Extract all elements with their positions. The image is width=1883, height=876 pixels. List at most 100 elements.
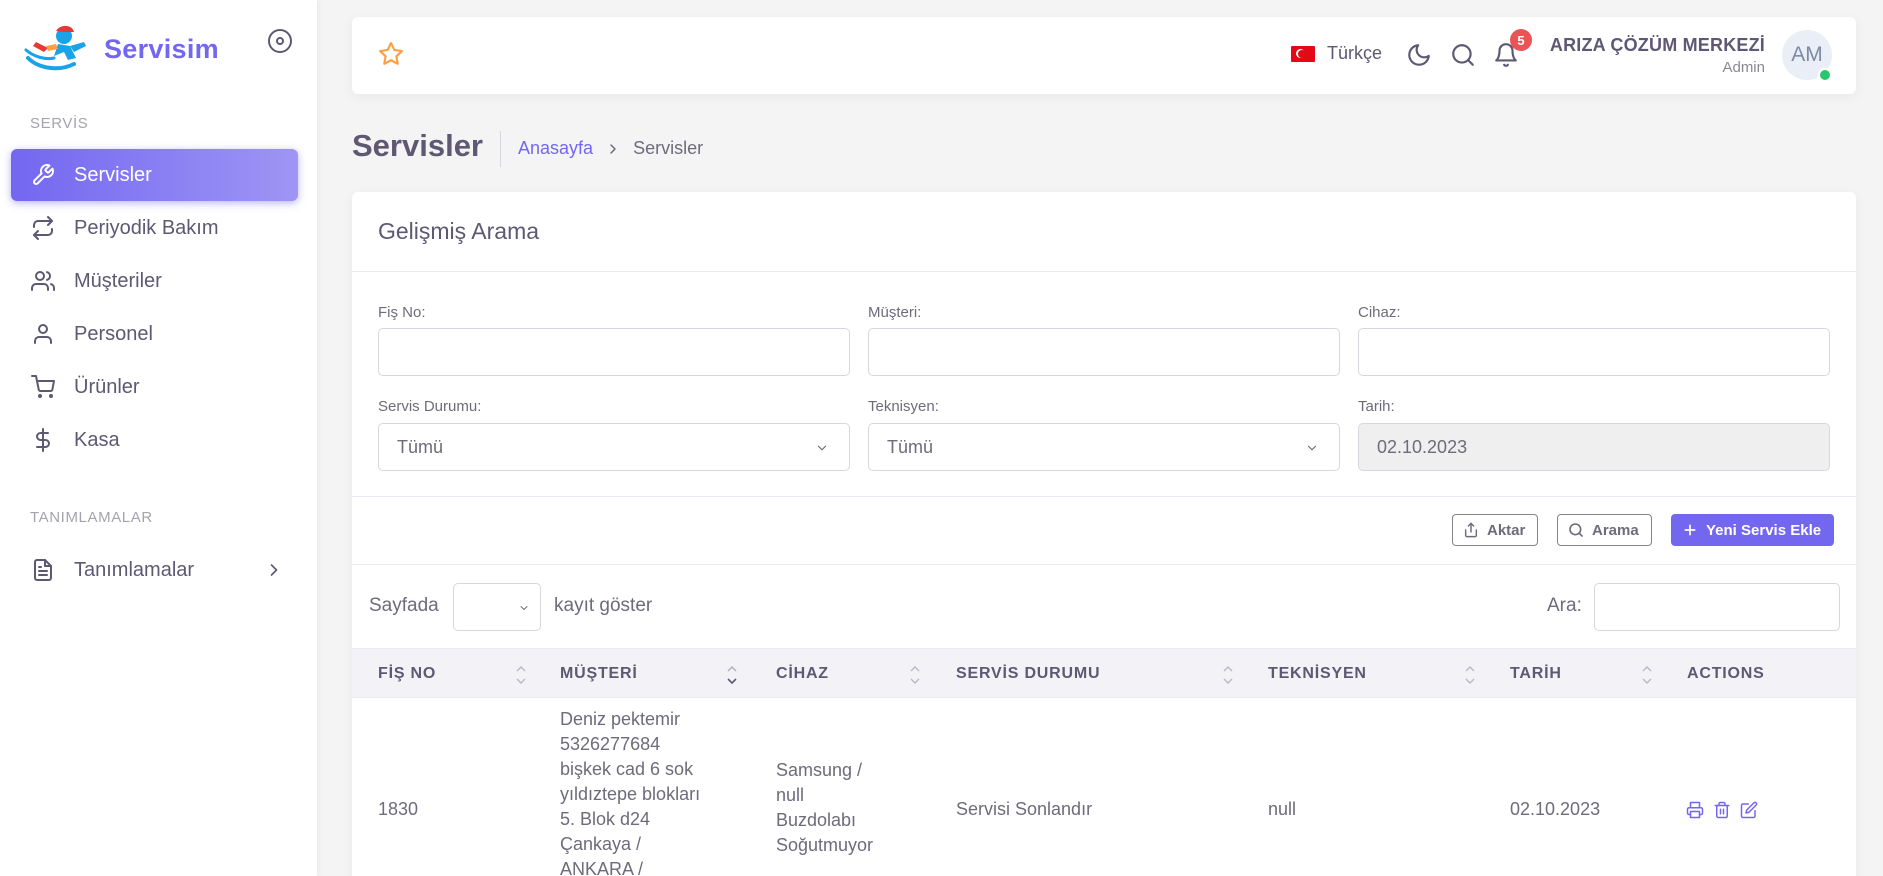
sidebar-item-label: Kasa [74,428,120,451]
online-status-indicator [1818,68,1832,82]
search-button[interactable]: Arama [1557,514,1652,546]
tarih-input[interactable]: 02.10.2023 [1358,423,1830,471]
column-cihaz[interactable]: CİHAZ [776,665,829,683]
search-label: Arama [1592,521,1639,539]
sort-icon[interactable] [909,663,921,687]
servis-durumu-value: Tümü [397,436,444,457]
cihaz-line: Samsung / [776,760,863,780]
sidebar-item-tanimlamalar[interactable]: Tanımlamalar [11,544,298,596]
musteri-input[interactable] [868,328,1340,376]
musteri-line: Deniz pektemir [560,709,681,729]
table-search-label: Ara: [1547,595,1582,616]
cell-servis-durumu: Servisi Sonlandır [956,799,1093,819]
trash-icon[interactable] [1713,801,1731,819]
column-fis-no[interactable]: FİŞ NO [378,665,436,683]
brand-logo-icon [24,25,86,71]
cihaz-line: Soğutmuyor [776,835,874,855]
column-musteri[interactable]: MÜŞTERİ [560,665,638,683]
sidebar-item-label: Müşteriler [74,269,162,292]
sort-icon[interactable] [1222,663,1234,687]
add-service-button[interactable]: Yeni Servis Ekle [1671,514,1835,546]
table-header: FİŞ NO MÜŞTERİ CİHAZ SERVİS DURUMU TEKNİ… [352,648,1856,698]
sidebar-item-musteriler[interactable]: Müşteriler [11,255,298,307]
language-selector[interactable]: Türkçe [1291,43,1382,64]
user-icon [30,321,56,347]
column-teknisyen[interactable]: TEKNİSYEN [1268,665,1367,683]
sidebar-item-servisler[interactable]: Servisler [11,149,298,201]
cell-tarih: 02.10.2023 [1510,799,1601,819]
search-icon[interactable] [1450,42,1476,68]
sidebar-item-kasa[interactable]: Kasa [11,414,298,466]
language-label: Türkçe [1327,43,1383,63]
turkey-flag-icon [1291,45,1315,62]
plus-icon [1684,524,1696,536]
cihaz-input[interactable] [1358,328,1830,376]
edit-icon[interactable] [1740,801,1758,819]
servis-durumu-select[interactable]: Tümü [378,423,850,471]
musteri-line: yıldıztepe blokları [560,784,701,804]
cihaz-label: Cihaz: [1358,304,1401,321]
wrench-icon [30,162,56,188]
musteri-line: ANKARA / [560,859,644,876]
sidebar-item-urunler[interactable]: Ürünler [11,361,298,413]
column-actions: ACTIONS [1687,665,1765,682]
top-navbar: Türkçe 5 ARIZA ÇÖZÜM MERKEZİ Admin AM [352,17,1856,94]
file-text-icon [30,557,56,583]
user-role: Admin [1722,59,1765,76]
sidebar-item-periyodik-bakim[interactable]: Periyodik Bakım [11,202,298,254]
sidebar-collapse-toggle[interactable] [268,29,292,53]
breadcrumb-current: Servisler [633,138,704,158]
musteri-label: Müşteri: [868,304,922,321]
star-icon[interactable] [378,41,404,67]
sidebar-item-label: Periyodik Bakım [74,216,219,239]
musteri-line: bişkek cad 6 sok [560,759,694,779]
column-servis-durumu[interactable]: SERVİS DURUMU [956,665,1100,683]
sort-desc-icon[interactable] [726,663,738,687]
repeat-icon [30,215,56,241]
cihaz-line: Buzdolabı [776,810,857,830]
cell-teknisyen: null [1268,799,1297,819]
fis-no-input[interactable] [378,328,850,376]
page-length-select[interactable] [453,583,541,631]
sidebar-section-servis: SERVİS [30,115,89,132]
sort-icon[interactable] [515,663,527,687]
users-icon [30,268,56,294]
share-icon [1464,522,1478,538]
printer-icon[interactable] [1686,801,1704,819]
sort-icon[interactable] [1641,663,1653,687]
sidebar-item-label: Personel [74,322,153,345]
teknisyen-value: Tümü [887,436,934,457]
cihaz-line: null [776,785,805,805]
cart-icon [30,374,56,400]
tarih-label: Tarih: [1358,398,1395,415]
column-tarih[interactable]: TARİH [1510,665,1562,683]
fis-no-label: Fiş No: [378,304,426,321]
cell-fis-no: 1830 [378,799,419,819]
length-prefix: Sayfada [369,595,439,616]
export-button[interactable]: Aktar [1452,514,1539,546]
teknisyen-select[interactable]: Tümü [868,423,1340,471]
length-suffix: kayıt göster [554,595,653,616]
sidebar-item-personel[interactable]: Personel [11,308,298,360]
advanced-search-title: Gelişmiş Arama [378,218,540,244]
sidebar-section-tanimlamalar: TANIMLAMALAR [30,509,153,526]
notification-badge: 5 [1510,29,1532,51]
table-search-input[interactable] [1594,583,1840,631]
chevron-right-icon [270,564,278,576]
sort-icon[interactable] [1464,663,1476,687]
musteri-line: Çankaya / [560,834,642,854]
user-name[interactable]: ARIZA ÇÖZÜM MERKEZİ [1550,35,1765,56]
chevron-down-icon [1307,445,1317,451]
sidebar: Servisim SERVİS Servisler Periyodik Bakı… [0,0,317,876]
brand[interactable]: Servisim [24,24,219,74]
sidebar-item-label: Ürünler [74,375,140,398]
page-title: Servisler [352,128,483,163]
musteri-line: 5326277684 [560,734,661,754]
search-icon [1569,523,1583,537]
add-service-label: Yeni Servis Ekle [1706,521,1822,539]
moon-icon[interactable] [1406,42,1432,68]
dollar-icon [30,427,56,453]
cell-musteri: Deniz pektemir 5326277684 bişkek cad 6 s… [560,707,700,876]
brand-name: Servisim [104,33,219,64]
breadcrumb-home-link[interactable]: Anasayfa [518,138,593,159]
